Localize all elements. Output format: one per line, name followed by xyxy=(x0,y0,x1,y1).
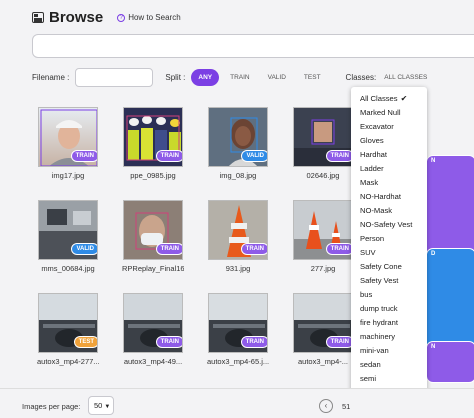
image-filename: img_08.jpg xyxy=(219,171,257,180)
classes-label: Classes: xyxy=(345,72,377,82)
offscreen-column: N D N xyxy=(426,107,474,387)
dropdown-option[interactable]: fire hydrant xyxy=(351,316,427,330)
split-label: Split : xyxy=(165,72,186,82)
split-badge: N xyxy=(426,341,474,383)
chevron-left-icon: ‹ xyxy=(324,401,328,410)
image-filename: img17.jpg xyxy=(51,171,85,180)
browse-icon xyxy=(32,12,44,23)
how-to-search-label: How to Search xyxy=(128,13,181,22)
image-filename: 277.jpg xyxy=(310,264,336,273)
image-filename: autox3_mp4-277... xyxy=(37,357,99,366)
image-card[interactable]: TRAIN 277.jpg xyxy=(292,200,354,273)
image-filename: ppe_0985.jpg xyxy=(130,171,176,180)
search-input[interactable] xyxy=(32,34,474,58)
chevron-down-icon: ▼ xyxy=(104,404,111,410)
dropdown-option[interactable]: bus xyxy=(351,288,427,302)
split-badge: TRAIN xyxy=(325,150,352,162)
images-per-page-select[interactable]: 50 ▼ xyxy=(88,396,114,415)
dropdown-option[interactable]: dump truck xyxy=(351,302,427,316)
split-badge: TEST xyxy=(73,336,97,348)
image-card[interactable]: VALID mms_00684.jpg xyxy=(37,200,99,273)
image-thumbnail[interactable]: TRAIN xyxy=(208,200,268,260)
image-card[interactable]: TEST autox3_mp4-277... xyxy=(37,293,99,366)
image-thumbnail[interactable]: TRAIN xyxy=(38,107,98,167)
split-badge: TRAIN xyxy=(155,336,182,348)
image-thumbnail[interactable]: VALID xyxy=(38,200,98,260)
dropdown-option-all-classes[interactable]: All Classes ✔ xyxy=(351,92,427,106)
how-to-search-link[interactable]: ? How to Search xyxy=(117,13,181,22)
page-header: Browse ? How to Search xyxy=(32,9,181,26)
dropdown-option[interactable]: Safety Vest xyxy=(351,274,427,288)
image-thumbnail[interactable]: TRAIN xyxy=(208,293,268,353)
dropdown-option[interactable]: Gloves xyxy=(351,134,427,148)
page-number: 51 xyxy=(342,402,351,411)
dropdown-option[interactable]: Marked Null xyxy=(351,106,427,120)
image-thumbnail[interactable]: TRAIN xyxy=(293,200,353,260)
split-badge: TRAIN xyxy=(240,243,267,255)
previous-page-button[interactable]: ‹ xyxy=(319,399,333,413)
dropdown-option[interactable]: Excavator xyxy=(351,120,427,134)
image-filename: 02646.jpg xyxy=(306,171,340,180)
filename-label: Filename : xyxy=(32,72,70,82)
classes-dropdown[interactable]: All Classes ✔ Marked Null Excavator Glove… xyxy=(351,87,427,418)
split-train-button[interactable]: TRAIN xyxy=(223,69,257,86)
split-badge: TRAIN xyxy=(155,243,182,255)
image-card[interactable]: TRAIN img17.jpg xyxy=(37,107,99,180)
split-badge: VALID xyxy=(71,243,97,255)
image-filename: mms_00684.jpg xyxy=(41,264,95,273)
image-card[interactable]: TRAIN autox3_mp4-65.j... xyxy=(207,293,269,366)
dropdown-option[interactable]: NO-Hardhat xyxy=(351,190,427,204)
split-valid-button[interactable]: VALID xyxy=(261,69,293,86)
split-badge: TRAIN xyxy=(155,150,182,162)
dropdown-option[interactable]: Person xyxy=(351,232,427,246)
image-thumbnail[interactable]: TRAIN xyxy=(293,293,353,353)
image-card[interactable]: TRAIN 931.jpg xyxy=(207,200,269,273)
image-card[interactable]: TRAIN autox3_mp4-... xyxy=(292,293,354,366)
filter-bar: Filename : Split : ANY TRAIN VALID TEST … xyxy=(32,67,427,87)
dropdown-option[interactable]: SUV xyxy=(351,246,427,260)
dropdown-option[interactable]: Hardhat xyxy=(351,148,427,162)
pagination-footer: Images per page: 50 ▼ ‹ 51 xyxy=(0,388,474,418)
dropdown-option[interactable]: NO-Safety Vest xyxy=(351,218,427,232)
image-filename: autox3_mp4-... xyxy=(297,357,349,366)
image-filename: autox3_mp4-65.j... xyxy=(207,357,269,366)
images-per-page-label: Images per page: xyxy=(22,402,81,411)
split-badge: TRAIN xyxy=(70,150,97,162)
image-card[interactable]: VALID img_08.jpg xyxy=(207,107,269,180)
dropdown-option[interactable]: semi xyxy=(351,372,427,386)
image-card[interactable]: TRAIN autox3_mp4-49... xyxy=(122,293,184,366)
dropdown-option[interactable]: machinery xyxy=(351,330,427,344)
check-icon: ✔ xyxy=(400,94,408,103)
help-icon: ? xyxy=(117,13,126,22)
classes-select[interactable]: ALL CLASSES xyxy=(384,74,427,81)
dropdown-option[interactable]: Safety Cone xyxy=(351,260,427,274)
image-filename: autox3_mp4-49... xyxy=(123,357,183,366)
page-title: Browse xyxy=(49,9,104,26)
image-thumbnail[interactable]: TRAIN xyxy=(293,107,353,167)
image-thumbnail[interactable]: TRAIN xyxy=(123,293,183,353)
image-filename: RPReplay_Final16... xyxy=(122,264,184,273)
dropdown-option[interactable]: NO-Mask xyxy=(351,204,427,218)
image-card[interactable]: TRAIN RPReplay_Final16... xyxy=(122,200,184,273)
split-badge: TRAIN xyxy=(325,243,352,255)
image-thumbnail[interactable]: TRAIN xyxy=(123,200,183,260)
image-thumbnail[interactable]: TRAIN xyxy=(123,107,183,167)
images-per-page-value: 50 xyxy=(94,401,103,410)
filename-input[interactable] xyxy=(75,67,154,87)
split-badge: TRAIN xyxy=(240,336,267,348)
image-filename: 931.jpg xyxy=(225,264,251,273)
dropdown-option[interactable]: mini-van xyxy=(351,344,427,358)
split-badge: TRAIN xyxy=(325,336,352,348)
dropdown-option[interactable]: Ladder xyxy=(351,162,427,176)
split-badge: VALID xyxy=(241,150,267,162)
dropdown-option[interactable]: sedan xyxy=(351,358,427,372)
dropdown-option[interactable]: Mask xyxy=(351,176,427,190)
split-any-button[interactable]: ANY xyxy=(191,68,220,86)
split-test-button[interactable]: TEST xyxy=(297,69,328,86)
image-thumbnail[interactable]: TEST xyxy=(38,293,98,353)
image-card[interactable]: TRAIN ppe_0985.jpg xyxy=(122,107,184,180)
image-card[interactable]: TRAIN 02646.jpg xyxy=(292,107,354,180)
image-thumbnail[interactable]: VALID xyxy=(208,107,268,167)
